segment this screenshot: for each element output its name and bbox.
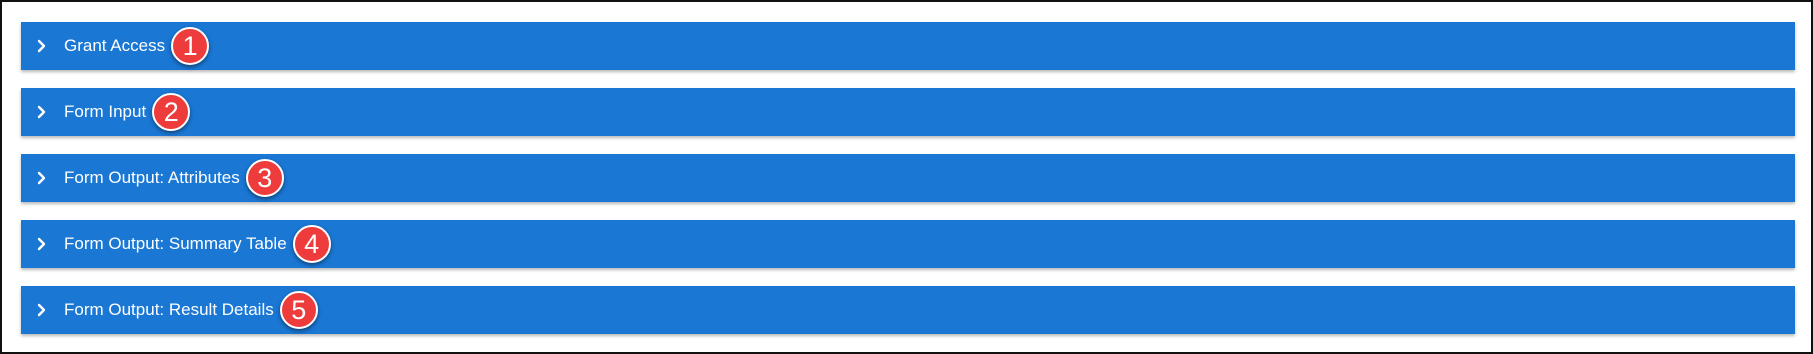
- accordion-panel-form-output-attributes[interactable]: Form Output: Attributes 3: [21, 154, 1795, 202]
- panel-title: Form Output: Attributes: [64, 168, 240, 187]
- screenshot-frame: Grant Access 1 Form Input 2 Form Output:…: [0, 0, 1813, 354]
- chevron-right-icon: [36, 303, 48, 317]
- step-number-badge: 5: [279, 291, 318, 329]
- accordion: Grant Access 1 Form Input 2 Form Output:…: [21, 22, 1795, 334]
- step-number-badge: 3: [245, 159, 284, 197]
- step-number-badge: 2: [152, 93, 191, 131]
- chevron-right-icon: [36, 237, 48, 251]
- panel-title: Form Input: [64, 102, 147, 121]
- panel-title: Form Output: Summary Table: [64, 234, 287, 253]
- chevron-right-icon: [36, 105, 48, 119]
- accordion-panel-grant-access[interactable]: Grant Access 1: [21, 22, 1795, 70]
- accordion-panel-form-output-summary-table[interactable]: Form Output: Summary Table 4: [21, 220, 1795, 268]
- accordion-panel-form-output-result-details[interactable]: Form Output: Result Details 5: [21, 286, 1795, 334]
- accordion-panel-form-input[interactable]: Form Input 2: [21, 88, 1795, 136]
- panel-title: Form Output: Result Details: [64, 300, 274, 319]
- chevron-right-icon: [36, 39, 48, 53]
- panel-title: Grant Access: [64, 36, 166, 55]
- step-number-badge: 4: [292, 225, 331, 263]
- chevron-right-icon: [36, 171, 48, 185]
- step-number-badge: 1: [171, 27, 210, 65]
